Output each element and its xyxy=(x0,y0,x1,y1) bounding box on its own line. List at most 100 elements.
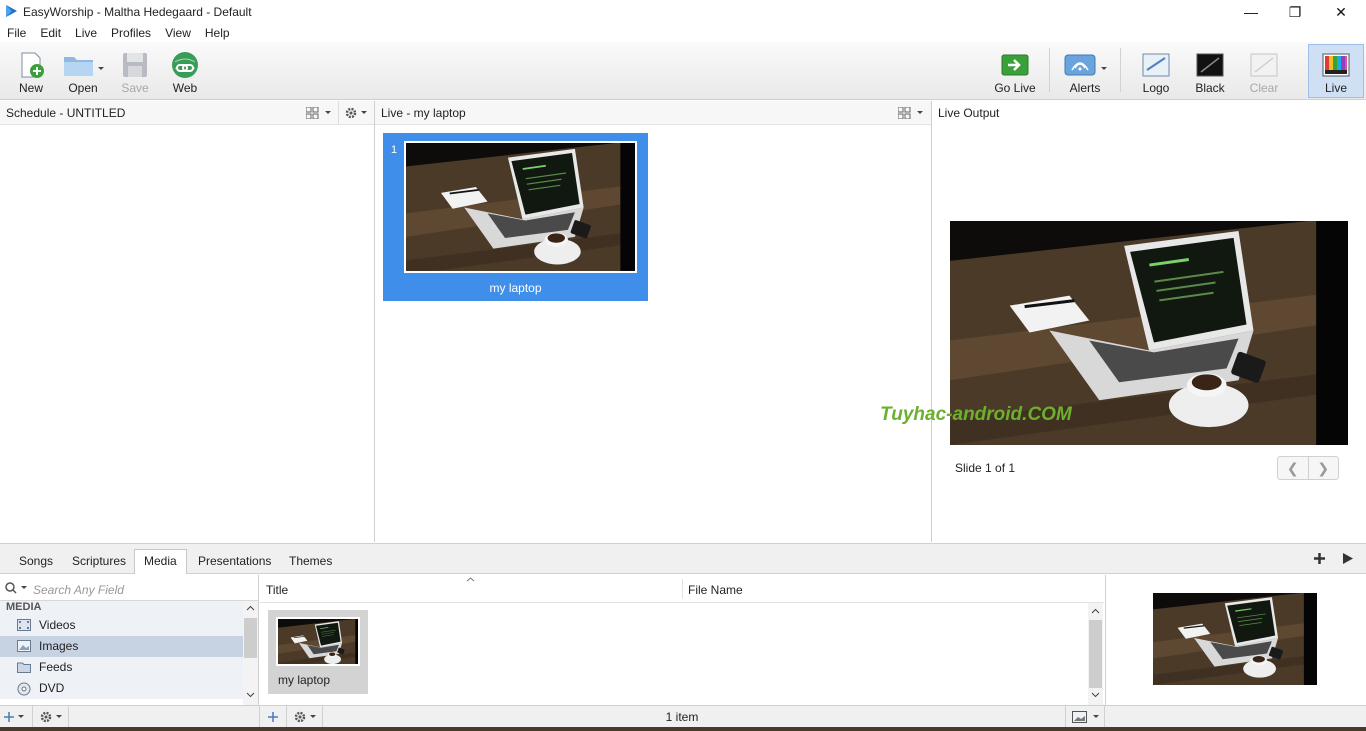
black-button[interactable]: Black xyxy=(1185,48,1235,98)
search-box[interactable]: Search Any Field xyxy=(0,575,259,601)
image-icon xyxy=(17,640,31,652)
scroll-up-icon[interactable] xyxy=(246,605,255,611)
media-item[interactable]: my laptop xyxy=(268,610,368,694)
status-separator xyxy=(32,706,33,728)
alerts-button[interactable]: Alerts xyxy=(1058,48,1112,98)
live-title: Live - my laptop xyxy=(381,106,466,120)
add-collection-button[interactable] xyxy=(4,709,26,725)
sidebar-settings-button[interactable] xyxy=(40,709,64,725)
header-separator xyxy=(338,101,339,125)
minimize-button[interactable]: — xyxy=(1228,0,1274,24)
media-item-image xyxy=(276,617,360,666)
alerts-broadcast-icon xyxy=(1064,54,1107,76)
go-live-button[interactable]: Go Live xyxy=(989,48,1041,98)
thumbnail-size-button[interactable] xyxy=(1072,709,1102,725)
restore-button[interactable]: ❐ xyxy=(1272,0,1318,24)
image-size-icon xyxy=(1072,711,1099,723)
search-icon xyxy=(5,582,27,594)
next-slide-button[interactable]: ❯ xyxy=(1307,457,1339,479)
slide-counter: Slide 1 of 1 xyxy=(955,461,1016,475)
menu-bar: File Edit Live Profiles View Help xyxy=(0,24,1366,42)
new-button[interactable]: New xyxy=(6,48,56,98)
live-header: Live - my laptop xyxy=(375,101,931,125)
status-separator xyxy=(259,706,260,728)
tree-header: MEDIA xyxy=(0,601,243,615)
video-icon xyxy=(17,619,31,631)
scroll-up-icon[interactable] xyxy=(1091,608,1100,614)
tree-item-videos[interactable]: Videos xyxy=(0,615,243,636)
globe-link-icon xyxy=(172,52,198,78)
search-input[interactable]: Search Any Field xyxy=(33,583,124,597)
open-button[interactable]: Open xyxy=(58,48,108,98)
tab-presentations[interactable]: Presentations xyxy=(189,550,280,575)
slide-image xyxy=(404,141,637,273)
live-toggle-button[interactable]: Live xyxy=(1308,44,1364,98)
scroll-down-icon[interactable] xyxy=(1091,692,1100,698)
folder-icon xyxy=(64,57,104,76)
tree-item-images[interactable]: Images xyxy=(0,636,243,657)
menu-file[interactable]: File xyxy=(0,24,33,42)
tab-themes[interactable]: Themes xyxy=(280,550,341,575)
grid-view-icon[interactable] xyxy=(898,107,924,119)
status-separator xyxy=(1065,706,1066,728)
save-button[interactable]: Save xyxy=(110,48,160,98)
scroll-thumb[interactable] xyxy=(1089,620,1102,688)
play-icon[interactable] xyxy=(1342,552,1354,565)
tree-scrollbar[interactable] xyxy=(243,601,258,705)
scroll-down-icon[interactable] xyxy=(246,692,255,698)
schedule-title: Schedule - UNTITLED xyxy=(6,106,126,120)
add-icon[interactable] xyxy=(1313,552,1326,565)
library-sidebar: Search Any Field MEDIA Videos Images Fee… xyxy=(0,575,259,705)
menu-edit[interactable]: Edit xyxy=(33,24,68,42)
item-count: 1 item xyxy=(665,710,699,724)
tab-media[interactable]: Media xyxy=(134,549,187,574)
toolbar-separator xyxy=(1049,48,1050,92)
close-button[interactable]: ✕ xyxy=(1318,0,1364,24)
status-separator xyxy=(286,706,287,728)
web-button[interactable]: Web xyxy=(160,48,210,98)
slide-caption: my laptop xyxy=(489,281,542,295)
menu-profiles[interactable]: Profiles xyxy=(104,24,158,42)
media-preview-image xyxy=(1153,593,1317,685)
media-tree: MEDIA Videos Images Feeds DVD xyxy=(0,601,243,699)
go-live-arrow-icon xyxy=(1001,54,1029,76)
title-bar: EasyWorship - Maltha Hedegaard - Default… xyxy=(0,0,1366,24)
tab-songs[interactable]: Songs xyxy=(10,550,62,575)
tree-item-feeds[interactable]: Feeds xyxy=(0,657,243,678)
library-tabs-bar: Songs Scriptures Media Presentations The… xyxy=(0,543,1366,574)
gear-icon xyxy=(40,711,62,723)
menu-view[interactable]: View xyxy=(158,24,198,42)
column-title[interactable]: Title xyxy=(266,583,288,597)
dvd-disc-icon xyxy=(17,682,31,696)
tab-scriptures[interactable]: Scriptures xyxy=(63,550,135,575)
toolbar-separator xyxy=(1120,48,1121,92)
previous-slide-button[interactable]: ❮ xyxy=(1278,457,1308,479)
easyworship-logo-icon xyxy=(6,5,17,17)
clear-button[interactable]: Clear xyxy=(1239,48,1289,98)
window-title: EasyWorship - Maltha Hedegaard - Default xyxy=(23,5,252,19)
desktop-strip xyxy=(0,727,1366,731)
media-settings-button[interactable] xyxy=(294,709,318,725)
grid-view-icon[interactable] xyxy=(306,107,332,119)
list-scrollbar[interactable] xyxy=(1088,603,1103,705)
column-file-name[interactable]: File Name xyxy=(688,583,743,597)
live-slide-thumbnail[interactable]: 1 my laptop xyxy=(383,133,648,301)
status-bar: 1 item xyxy=(0,705,1366,728)
column-divider[interactable] xyxy=(682,579,683,599)
black-screen-icon xyxy=(1196,53,1224,77)
live-output-header: Live Output xyxy=(932,101,1366,125)
media-list: Title File Name my laptop xyxy=(260,575,1104,705)
menu-help[interactable]: Help xyxy=(198,24,237,42)
logo-screen-icon xyxy=(1142,53,1170,77)
menu-live[interactable]: Live xyxy=(68,24,104,42)
status-separator xyxy=(68,706,69,728)
gear-icon xyxy=(294,711,316,723)
gear-icon[interactable] xyxy=(345,107,369,119)
add-media-button[interactable] xyxy=(267,709,279,725)
feed-folder-icon xyxy=(17,662,31,673)
scroll-thumb[interactable] xyxy=(244,618,257,658)
tree-item-dvd[interactable]: DVD xyxy=(0,678,243,699)
logo-button[interactable]: Logo xyxy=(1131,48,1181,98)
add-icon xyxy=(4,712,24,722)
slide-number: 1 xyxy=(391,144,398,156)
